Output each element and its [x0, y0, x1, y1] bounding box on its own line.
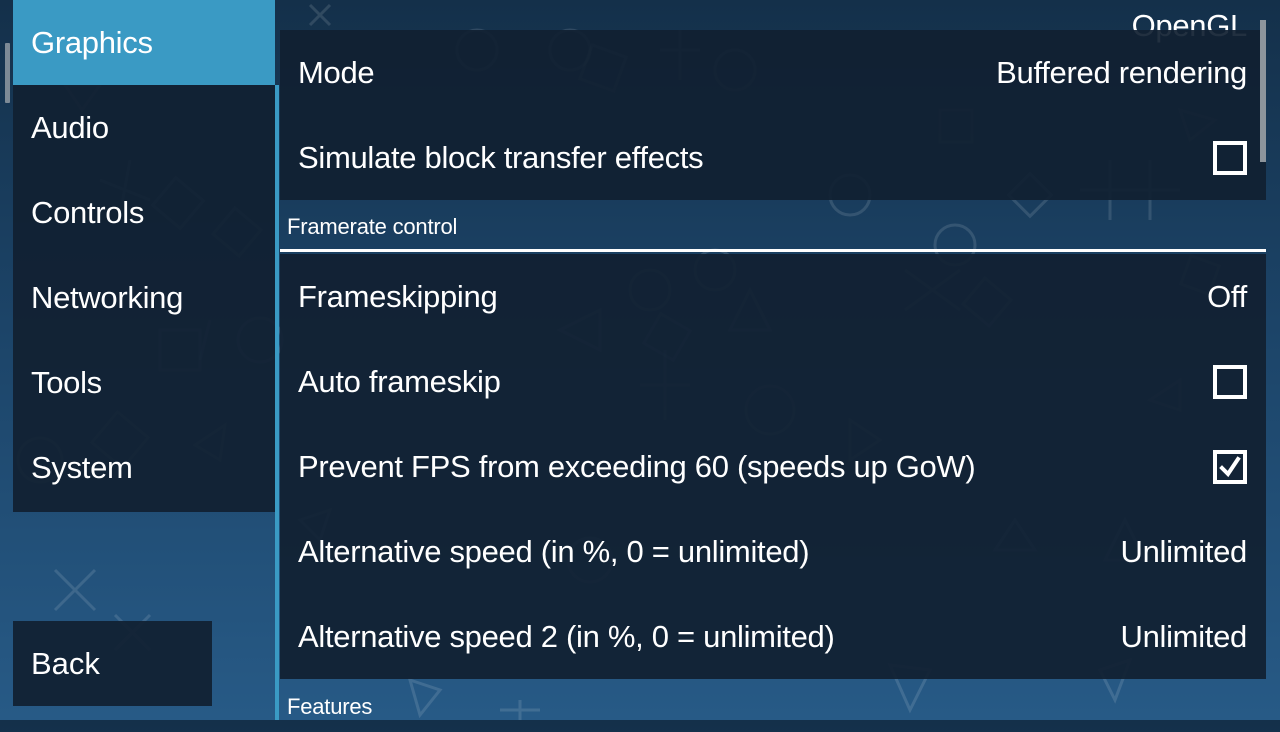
- sidebar-item-label: Tools: [31, 364, 102, 400]
- setting-row-prevent-fps-60[interactable]: Prevent FPS from exceeding 60 (speeds up…: [280, 424, 1266, 509]
- setting-label: Auto frameskip: [298, 363, 501, 399]
- section-divider: [280, 249, 1266, 252]
- settings-category-sidebar: Graphics Audio Controls Networking Tools…: [13, 0, 275, 512]
- section-header-features: Features: [280, 682, 1266, 732]
- setting-row-auto-frameskip[interactable]: Auto frameskip: [280, 339, 1266, 424]
- setting-value: Unlimited: [1120, 618, 1247, 654]
- checkmark-icon: [1219, 455, 1241, 477]
- checkbox-unchecked[interactable]: [1213, 364, 1247, 399]
- section-header-label: Features: [287, 694, 373, 719]
- setting-label: Alternative speed (in %, 0 = unlimited): [298, 533, 810, 569]
- back-button[interactable]: Back: [13, 621, 212, 706]
- setting-value: Unlimited: [1120, 533, 1247, 569]
- checkbox-checked[interactable]: [1213, 449, 1247, 484]
- setting-label: Mode: [298, 54, 375, 90]
- setting-row-alternative-speed[interactable]: Alternative speed (in %, 0 = unlimited) …: [280, 509, 1266, 594]
- settings-scrollbar[interactable]: [1260, 20, 1266, 162]
- sidebar-scrollbar[interactable]: [5, 43, 10, 103]
- sidebar-item-controls[interactable]: Controls: [13, 170, 275, 255]
- graphics-settings-panel: OpenGL Mode Buffered rendering Simulate …: [280, 0, 1266, 720]
- sidebar-item-networking[interactable]: Networking: [13, 255, 275, 340]
- checkbox-unchecked[interactable]: [1213, 140, 1247, 175]
- setting-label: Simulate block transfer effects: [298, 139, 704, 175]
- section-header-framerate: Framerate control: [280, 202, 1266, 252]
- sidebar-item-label: Networking: [31, 279, 184, 315]
- setting-label: Prevent FPS from exceeding 60 (speeds up…: [298, 448, 976, 484]
- sidebar-divider: [275, 85, 279, 720]
- sidebar-item-tools[interactable]: Tools: [13, 340, 275, 425]
- sidebar-item-label: Graphics: [31, 24, 153, 60]
- setting-value: Off: [1207, 278, 1247, 314]
- sidebar-item-label: System: [31, 449, 133, 485]
- setting-label: Alternative speed 2 (in %, 0 = unlimited…: [298, 618, 835, 654]
- setting-row-frameskipping[interactable]: Frameskipping Off: [280, 254, 1266, 339]
- back-button-label: Back: [31, 645, 100, 681]
- sidebar-item-label: Audio: [31, 109, 109, 145]
- setting-row-simulate-block-transfer[interactable]: Simulate block transfer effects: [280, 115, 1266, 200]
- section-header-label: Framerate control: [287, 214, 458, 239]
- setting-value: Buffered rendering: [996, 54, 1247, 90]
- sidebar-item-audio[interactable]: Audio: [13, 85, 275, 170]
- sidebar-item-label: Controls: [31, 194, 145, 230]
- sidebar-item-graphics[interactable]: Graphics: [13, 0, 275, 85]
- setting-row-alternative-speed-2[interactable]: Alternative speed 2 (in %, 0 = unlimited…: [280, 594, 1266, 679]
- setting-row-mode[interactable]: Mode Buffered rendering: [280, 30, 1266, 115]
- sidebar-item-system[interactable]: System: [13, 425, 275, 510]
- setting-label: Frameskipping: [298, 278, 498, 314]
